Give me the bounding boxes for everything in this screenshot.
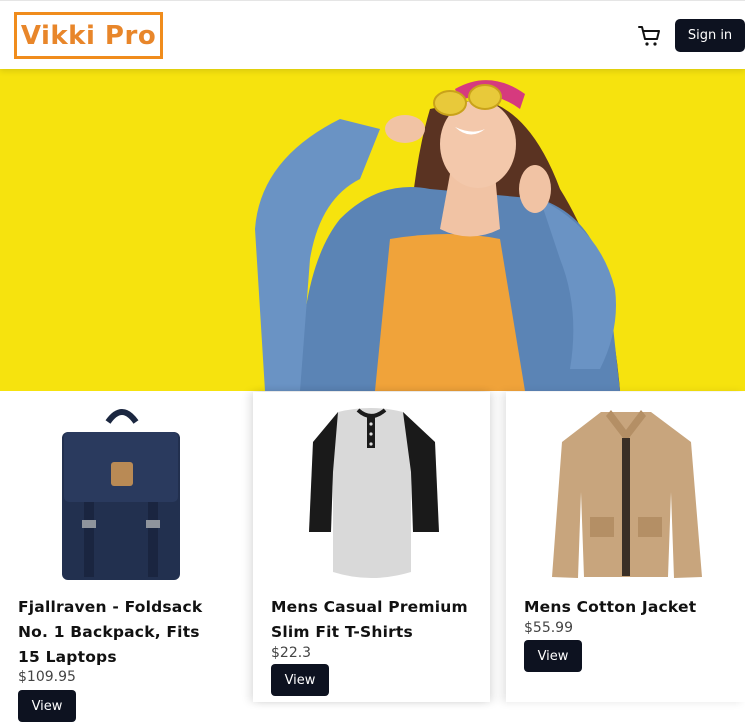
- tshirt-image: [309, 408, 439, 578]
- product-title[interactable]: Mens Casual Premium Slim Fit T-Shirts: [271, 595, 476, 645]
- product-title[interactable]: Fjallraven - Foldsack No. 1 Backpack, Fi…: [18, 595, 223, 670]
- product-card[interactable]: Mens Cotton Jacket $55.99 View: [506, 392, 745, 702]
- product-price: $55.99: [524, 620, 573, 636]
- product-price: $22.3: [271, 645, 312, 661]
- product-card[interactable]: Mens Casual Premium Slim Fit T-Shirts $2…: [253, 392, 490, 702]
- backpack-image: [62, 409, 180, 580]
- product-price: $109.95: [18, 669, 76, 685]
- hero-banner: [0, 69, 745, 391]
- sign-in-button[interactable]: Sign in: [675, 19, 745, 52]
- jacket-image: [552, 410, 702, 578]
- cart-icon[interactable]: [638, 25, 662, 47]
- view-button[interactable]: View: [524, 640, 582, 672]
- view-button[interactable]: View: [271, 664, 329, 696]
- logo[interactable]: Vikki Pro: [14, 12, 163, 59]
- product-card[interactable]: Fjallraven - Foldsack No. 1 Backpack, Fi…: [0, 392, 237, 722]
- view-button[interactable]: View: [18, 690, 76, 722]
- hero-image: [0, 69, 745, 391]
- product-title[interactable]: Mens Cotton Jacket: [524, 595, 729, 620]
- site-header: Vikki Pro Sign in: [0, 0, 745, 69]
- logo-text: Vikki Pro: [20, 20, 157, 51]
